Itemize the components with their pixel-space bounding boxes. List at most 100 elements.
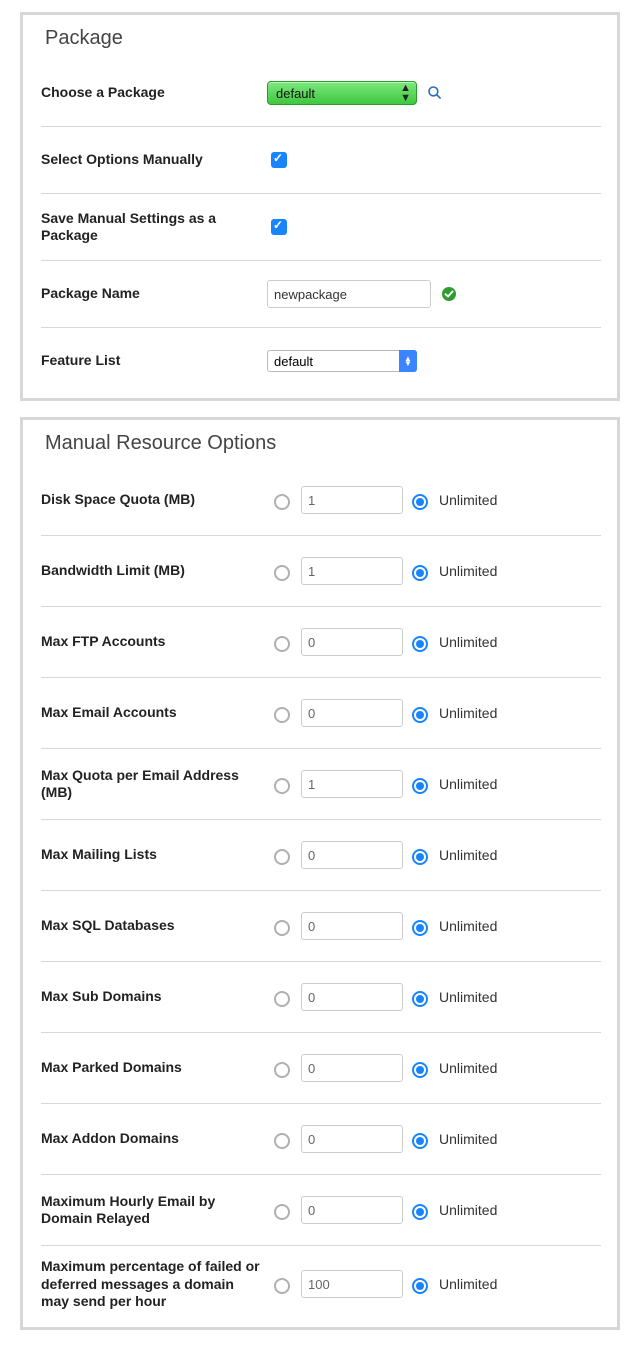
- choose-package-select-wrap: default ▲▼: [267, 81, 417, 105]
- save-manual-checkbox[interactable]: [271, 219, 287, 235]
- resource-unlimited-radio[interactable]: [412, 849, 428, 865]
- package-panel: Package Choose a Package default ▲▼: [20, 12, 620, 401]
- resource-list: Disk Space Quota (MB)UnlimitedBandwidth …: [41, 465, 601, 1323]
- resource-value-option: [269, 1270, 407, 1298]
- row-package-name: Package Name: [41, 261, 601, 328]
- resource-value-input[interactable]: [301, 1196, 403, 1224]
- resource-label: Max FTP Accounts: [41, 633, 269, 651]
- resource-value-option: [269, 628, 407, 656]
- resource-value-radio[interactable]: [274, 920, 290, 936]
- unlimited-label: Unlimited: [439, 989, 497, 1005]
- resource-row: Max FTP Accounts Unlimited: [41, 607, 601, 678]
- resource-value-radio[interactable]: [274, 778, 290, 794]
- unlimited-label: Unlimited: [439, 492, 497, 508]
- resource-value-option: [269, 1125, 407, 1153]
- resource-unlimited-option: Unlimited: [407, 846, 601, 865]
- select-manually-checkbox[interactable]: [271, 152, 287, 168]
- unlimited-label: Unlimited: [439, 918, 497, 934]
- resource-label: Disk Space Quota (MB): [41, 491, 269, 509]
- unlimited-label: Unlimited: [439, 1131, 497, 1147]
- unlimited-label: Unlimited: [439, 847, 497, 863]
- resource-label: Max Parked Domains: [41, 1059, 269, 1077]
- resource-unlimited-radio[interactable]: [412, 707, 428, 723]
- search-icon[interactable]: [427, 85, 443, 101]
- resource-value-radio[interactable]: [274, 1204, 290, 1220]
- resource-row: Maximum percentage of failed or deferred…: [41, 1246, 601, 1323]
- resource-label: Bandwidth Limit (MB): [41, 562, 269, 580]
- resource-unlimited-option: Unlimited: [407, 1275, 601, 1294]
- resource-label: Max Email Accounts: [41, 704, 269, 722]
- resource-value-input[interactable]: [301, 628, 403, 656]
- resource-unlimited-option: Unlimited: [407, 988, 601, 1007]
- resource-row: Max SQL Databases Unlimited: [41, 891, 601, 962]
- resource-row: Max Email Accounts Unlimited: [41, 678, 601, 749]
- unlimited-label: Unlimited: [439, 705, 497, 721]
- resource-label: Max SQL Databases: [41, 917, 269, 935]
- unlimited-label: Unlimited: [439, 1276, 497, 1292]
- resource-value-input[interactable]: [301, 1270, 403, 1298]
- resource-row: Max Addon DomainsUnlimited: [41, 1104, 601, 1175]
- unlimited-label: Unlimited: [439, 1202, 497, 1218]
- resource-value-input[interactable]: [301, 699, 403, 727]
- resource-value-option: [269, 1054, 407, 1082]
- resource-value-radio[interactable]: [274, 707, 290, 723]
- resource-row: Maximum Hourly Email by Domain Relayed Un…: [41, 1175, 601, 1246]
- resource-value-input[interactable]: [301, 486, 403, 514]
- resource-label: Max Quota per Email Address (MB): [41, 767, 269, 802]
- resource-value-radio[interactable]: [274, 849, 290, 865]
- package-name-input[interactable]: [267, 280, 431, 308]
- row-select-manually: Select Options Manually: [41, 127, 601, 194]
- resource-value-option: [269, 912, 407, 940]
- select-manually-label: Select Options Manually: [41, 151, 259, 169]
- resource-value-input[interactable]: [301, 557, 403, 585]
- resources-panel: Manual Resource Options Disk Space Quota…: [20, 417, 620, 1330]
- resource-value-input[interactable]: [301, 770, 403, 798]
- choose-package-select[interactable]: default: [267, 81, 417, 105]
- resource-label: Maximum Hourly Email by Domain Relayed: [41, 1193, 269, 1228]
- resource-unlimited-radio[interactable]: [412, 1278, 428, 1294]
- resource-label: Max Mailing Lists: [41, 846, 269, 864]
- choose-package-label: Choose a Package: [41, 84, 259, 102]
- resources-title: Manual Resource Options: [41, 424, 601, 465]
- row-save-manual: Save Manual Settings as a Package: [41, 194, 601, 261]
- resource-unlimited-radio[interactable]: [412, 565, 428, 581]
- save-manual-label: Save Manual Settings as a Package: [41, 210, 259, 245]
- unlimited-label: Unlimited: [439, 563, 497, 579]
- resource-value-radio[interactable]: [274, 565, 290, 581]
- resource-value-input[interactable]: [301, 983, 403, 1011]
- resource-unlimited-option: Unlimited: [407, 1201, 601, 1220]
- resource-value-option: [269, 557, 407, 585]
- feature-list-label: Feature List: [41, 352, 259, 370]
- resource-value-radio[interactable]: [274, 494, 290, 510]
- resource-unlimited-radio[interactable]: [412, 636, 428, 652]
- resource-row: Bandwidth Limit (MB) Unlimited: [41, 536, 601, 607]
- resource-value-option: [269, 770, 407, 798]
- resource-value-input[interactable]: [301, 912, 403, 940]
- resource-label: Max Sub Domains: [41, 988, 269, 1006]
- resource-unlimited-radio[interactable]: [412, 1133, 428, 1149]
- resource-value-radio[interactable]: [274, 1133, 290, 1149]
- resource-unlimited-option: Unlimited: [407, 633, 601, 652]
- resource-value-input[interactable]: [301, 1054, 403, 1082]
- resource-value-radio[interactable]: [274, 991, 290, 1007]
- resource-value-input[interactable]: [301, 841, 403, 869]
- resource-row: Max Parked DomainsUnlimited: [41, 1033, 601, 1104]
- resource-value-input[interactable]: [301, 1125, 403, 1153]
- resource-unlimited-option: Unlimited: [407, 562, 601, 581]
- resource-value-option: [269, 1196, 407, 1224]
- feature-list-select-wrap: default ▲▼: [267, 350, 417, 372]
- resource-unlimited-option: Unlimited: [407, 775, 601, 794]
- resource-unlimited-radio[interactable]: [412, 920, 428, 936]
- resource-unlimited-radio[interactable]: [412, 778, 428, 794]
- unlimited-label: Unlimited: [439, 776, 497, 792]
- resource-unlimited-radio[interactable]: [412, 1204, 428, 1220]
- package-title: Package: [41, 19, 601, 60]
- resource-value-radio[interactable]: [274, 636, 290, 652]
- resource-unlimited-radio[interactable]: [412, 1062, 428, 1078]
- feature-list-select[interactable]: default: [267, 350, 417, 372]
- resource-unlimited-radio[interactable]: [412, 494, 428, 510]
- row-choose-package: Choose a Package default ▲▼: [41, 60, 601, 127]
- resource-value-radio[interactable]: [274, 1278, 290, 1294]
- resource-unlimited-radio[interactable]: [412, 991, 428, 1007]
- resource-value-radio[interactable]: [274, 1062, 290, 1078]
